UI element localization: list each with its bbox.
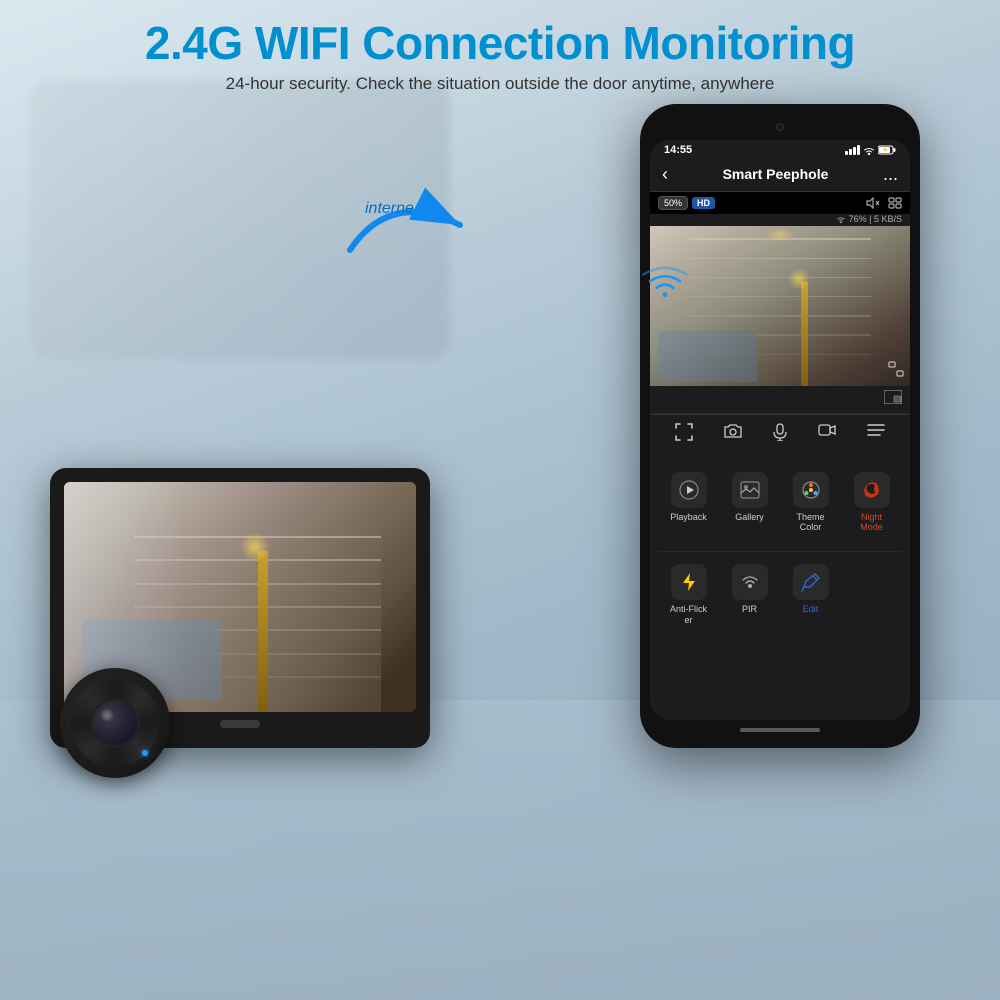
color-palette-icon bbox=[801, 480, 821, 500]
main-subtitle: 24-hour security. Check the situation ou… bbox=[0, 74, 1000, 94]
smartphone: 14:55 bbox=[640, 104, 920, 748]
edit-icon bbox=[793, 564, 829, 600]
gallery-button[interactable]: Gallery bbox=[719, 464, 780, 542]
wifi-pir-icon bbox=[740, 572, 760, 592]
cam-wifi-info: 76% | 5 KB/S bbox=[650, 214, 910, 226]
play-circle-icon bbox=[679, 480, 699, 500]
camera-lens bbox=[90, 698, 140, 748]
controls-row bbox=[650, 414, 910, 454]
anti-flicker-button[interactable]: Anti-Flicker bbox=[658, 556, 719, 634]
status-time: 14:55 bbox=[664, 144, 692, 156]
anti-flicker-label: Anti-Flicker bbox=[670, 604, 707, 626]
playback-button[interactable]: Playback bbox=[658, 464, 719, 542]
pir-icon bbox=[732, 564, 768, 600]
microphone-button[interactable] bbox=[773, 423, 787, 446]
wifi-small-icon bbox=[836, 215, 846, 223]
playback-icon bbox=[671, 472, 707, 508]
edit-button[interactable]: Edit bbox=[780, 556, 841, 634]
wifi-percent: 76% | 5 KB/S bbox=[836, 214, 902, 224]
record-icon bbox=[818, 423, 836, 437]
camera-snapshot-icon bbox=[724, 423, 742, 439]
record-button[interactable] bbox=[818, 423, 836, 446]
peephole-camera bbox=[60, 668, 170, 778]
main-title: 2.4G WIFI Connection Monitoring bbox=[0, 18, 1000, 69]
layout-icon[interactable] bbox=[888, 197, 902, 209]
moon-icon bbox=[862, 480, 882, 500]
status-icons bbox=[845, 145, 896, 155]
phone-device: 14:55 bbox=[640, 104, 940, 748]
playback-label: Playback bbox=[670, 512, 707, 523]
cam-status-badges: 50% HD bbox=[658, 196, 715, 210]
phone-screen: 14:55 bbox=[650, 140, 910, 720]
cam-feed-top-bar: 50% HD bbox=[650, 192, 910, 214]
night-mode-label: NightMode bbox=[860, 512, 883, 534]
menu-button[interactable] bbox=[867, 423, 885, 446]
anti-flicker-icon bbox=[671, 564, 707, 600]
internet-arrow: interne bbox=[340, 180, 470, 275]
signal-bar-4 bbox=[857, 145, 860, 155]
microphone-icon bbox=[773, 423, 787, 441]
signal-bar-3 bbox=[853, 147, 856, 155]
app-title: Smart Peephole bbox=[723, 166, 829, 182]
camera-led-indicator bbox=[142, 750, 148, 756]
expand-corners-button[interactable] bbox=[675, 423, 693, 446]
wifi-status-icon bbox=[863, 145, 875, 155]
app-header: ‹ Smart Peephole ... bbox=[650, 158, 910, 192]
monitor-home-button[interactable] bbox=[220, 720, 260, 728]
internet-label: interne bbox=[365, 200, 414, 218]
pencil-icon bbox=[801, 572, 821, 592]
snapshot-button[interactable] bbox=[724, 423, 742, 446]
gallery-icon bbox=[732, 472, 768, 508]
fullscreen-icon[interactable] bbox=[888, 361, 904, 377]
night-mode-icon bbox=[854, 472, 890, 508]
cam-top-icons bbox=[866, 197, 902, 209]
camera-live-feed bbox=[650, 226, 910, 386]
pir-button[interactable]: PIR bbox=[719, 556, 780, 634]
battery-status-icon bbox=[878, 145, 896, 155]
edit-label: Edit bbox=[803, 604, 819, 615]
expand-corners-icon bbox=[675, 423, 693, 441]
menu-icon bbox=[867, 423, 885, 437]
signal-bar-2 bbox=[849, 149, 852, 155]
signal-icon bbox=[845, 145, 860, 155]
hd-badge: HD bbox=[692, 197, 715, 209]
header-section: 2.4G WIFI Connection Monitoring 24-hour … bbox=[0, 0, 1000, 94]
gallery-label: Gallery bbox=[735, 512, 764, 523]
peephole-device bbox=[40, 468, 460, 748]
pir-label: PIR bbox=[742, 604, 757, 615]
main-content: interne bbox=[0, 104, 1000, 748]
night-mode-button[interactable]: NightMode bbox=[841, 464, 902, 542]
back-button[interactable]: ‹ bbox=[662, 164, 668, 185]
app-grid-row2: Anti-Flicker PIR bbox=[650, 552, 910, 644]
phone-home-indicator[interactable] bbox=[740, 728, 820, 732]
lightning-icon bbox=[679, 572, 699, 592]
more-button[interactable]: ... bbox=[883, 164, 898, 185]
wifi-icon-top bbox=[640, 260, 690, 305]
app-grid-row1: Playback Gallery bbox=[650, 454, 910, 552]
status-bar: 14:55 bbox=[650, 140, 910, 158]
theme-color-button[interactable]: ThemeColor bbox=[780, 464, 841, 542]
mute-icon[interactable] bbox=[866, 197, 880, 209]
signal-bar-1 bbox=[845, 151, 848, 155]
expand-icon[interactable] bbox=[888, 361, 904, 380]
theme-color-icon bbox=[793, 472, 829, 508]
gallery-image-icon bbox=[740, 481, 760, 499]
theme-color-label: ThemeColor bbox=[796, 512, 824, 534]
battery-badge: 50% bbox=[658, 196, 688, 210]
pip-icon[interactable] bbox=[884, 390, 902, 404]
empty-grid-item bbox=[841, 556, 902, 634]
phone-camera-scene bbox=[650, 226, 910, 386]
